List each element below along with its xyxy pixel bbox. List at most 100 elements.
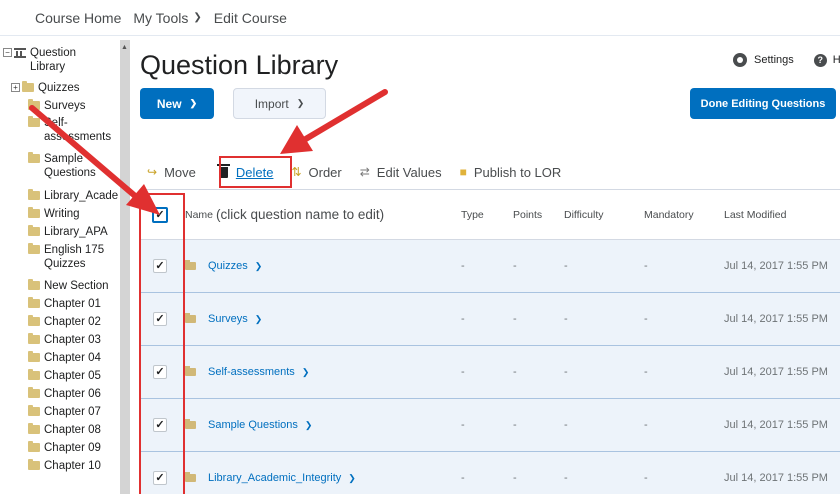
- tree-item-library-academic[interactable]: Library_Acade: [28, 189, 118, 203]
- row-difficulty: -: [564, 419, 568, 431]
- folder-icon: [28, 315, 40, 326]
- collapse-icon[interactable]: −: [3, 48, 12, 57]
- move-button[interactable]: ↪ Move: [147, 165, 196, 180]
- settings-link[interactable]: Settings: [754, 54, 794, 66]
- tree-item-writing[interactable]: Writing: [28, 207, 80, 221]
- folder-icon: [28, 405, 40, 416]
- nav-my-tools[interactable]: My Tools ❯: [133, 10, 201, 26]
- row-name-link[interactable]: Self-assessments: [208, 366, 295, 378]
- chevron-down-icon[interactable]: ❯: [302, 367, 310, 378]
- row-type: -: [461, 472, 465, 484]
- table-row: ✓ Quizzes ❯ - - - - Jul 14, 2017 1:55 PM: [140, 240, 840, 293]
- order-button[interactable]: ⇅ Order: [291, 165, 341, 180]
- tree-item-library-apa[interactable]: Library_APA: [28, 225, 108, 239]
- tree-item-chapter-05[interactable]: Chapter 05: [28, 369, 101, 383]
- row-name-cell: Surveys ❯: [180, 313, 449, 325]
- chevron-down-icon[interactable]: ❯: [348, 473, 356, 484]
- row-name-link[interactable]: Quizzes: [208, 260, 248, 272]
- row-points: -: [513, 366, 517, 378]
- tree-item-english-175[interactable]: English 175 Quizzes: [28, 243, 104, 271]
- row-mandatory: -: [644, 366, 648, 378]
- table-row: ✓ Library_Academic_Integrity ❯ - - - - Ju…: [140, 452, 840, 494]
- folder-icon: [185, 366, 196, 376]
- tree-item-chapter-06[interactable]: Chapter 06: [28, 387, 101, 401]
- delete-highlight-box: [219, 156, 292, 188]
- row-name-link[interactable]: Surveys: [208, 313, 248, 325]
- tree-item-chapter-08[interactable]: Chapter 08: [28, 423, 101, 437]
- col-type[interactable]: Type: [449, 209, 499, 221]
- col-last-modified[interactable]: Last Modified: [710, 209, 840, 221]
- publish-to-lor-button[interactable]: ■ Publish to LOR: [460, 165, 562, 180]
- nav-course-home[interactable]: Course Home: [35, 10, 121, 26]
- chevron-down-icon: ❯: [296, 98, 305, 108]
- tree-item-label: Self- assessments: [44, 117, 112, 143]
- edit-values-icon: ⇄: [359, 165, 370, 179]
- tree-item-question-library[interactable]: − Question Library: [3, 46, 76, 74]
- chevron-down-icon[interactable]: ❯: [305, 420, 313, 431]
- row-last-modified: Jul 14, 2017 1:55 PM: [724, 313, 828, 325]
- tree-item-quizzes[interactable]: + Quizzes: [11, 81, 80, 95]
- done-editing-questions-button[interactable]: Done Editing Questions: [690, 88, 836, 119]
- library-icon: [14, 48, 26, 58]
- tree-item-label: Chapter 02: [44, 316, 101, 328]
- row-type: -: [461, 419, 465, 431]
- gear-icon[interactable]: [733, 53, 747, 67]
- row-name-cell: Sample Questions ❯: [180, 419, 449, 431]
- row-name-cell: Quizzes ❯: [180, 260, 449, 272]
- tree-item-label: English 175 Quizzes: [44, 244, 105, 270]
- nav-edit-course[interactable]: Edit Course: [214, 10, 287, 26]
- table-row: ✓ Sample Questions ❯ - - - - Jul 14, 2017…: [140, 399, 840, 452]
- row-mandatory: -: [644, 313, 648, 325]
- row-name-link[interactable]: Sample Questions: [208, 419, 298, 431]
- chevron-down-icon: ❯: [189, 98, 198, 108]
- scroll-up-icon[interactable]: ▲: [121, 44, 128, 51]
- chevron-down-icon[interactable]: ❯: [255, 314, 263, 325]
- top-nav: Course Home My Tools ❯ Edit Course: [0, 0, 840, 36]
- row-mandatory: -: [644, 419, 648, 431]
- tree-item-chapter-03[interactable]: Chapter 03: [28, 333, 101, 347]
- row-type: -: [461, 260, 465, 272]
- tree-item-label: Writing: [44, 208, 80, 220]
- new-button[interactable]: New ❯: [140, 88, 214, 119]
- tree-item-label: Library_APA: [44, 226, 108, 238]
- question-toolbar: ↪ Move Delete ⇅ Order ⇄ Edit Values ■ Publis…: [140, 157, 579, 187]
- col-name[interactable]: Name (click question name to edit): [180, 207, 449, 222]
- tree-item-chapter-01[interactable]: Chapter 01: [28, 297, 101, 311]
- tree-item-chapter-09[interactable]: Chapter 09: [28, 441, 101, 455]
- chevron-down-icon: ❯: [193, 12, 202, 23]
- tree-item-chapter-04[interactable]: Chapter 04: [28, 351, 101, 365]
- folder-icon: [185, 472, 196, 482]
- tree-item-surveys[interactable]: Surveys: [28, 99, 86, 113]
- row-points: -: [513, 419, 517, 431]
- move-icon: ↪: [147, 165, 158, 179]
- expand-icon[interactable]: +: [11, 83, 20, 92]
- new-button-label: New: [156, 96, 182, 111]
- tree-item-sample-questions[interactable]: Sample Questions: [28, 152, 96, 180]
- folder-icon: [28, 351, 40, 362]
- folder-icon: [28, 152, 40, 163]
- tree-item-label: Chapter 07: [44, 406, 101, 418]
- tree-item-label: Chapter 10: [44, 460, 101, 472]
- header-actions: Settings ? He: [733, 53, 840, 67]
- tree-item-chapter-02[interactable]: Chapter 02: [28, 315, 101, 329]
- help-icon[interactable]: ?: [813, 53, 827, 67]
- row-name-link[interactable]: Library_Academic_Integrity: [208, 472, 341, 484]
- col-mandatory[interactable]: Mandatory: [630, 209, 710, 221]
- tree-item-new-section[interactable]: New Section: [28, 279, 109, 293]
- tree-item-self-assessments[interactable]: Self- assessments: [28, 116, 111, 144]
- publish-label: Publish to LOR: [473, 164, 562, 180]
- edit-values-button[interactable]: ⇄ Edit Values: [360, 165, 442, 180]
- tree-item-label: Chapter 04: [44, 352, 101, 364]
- tree-item-chapter-07[interactable]: Chapter 07: [28, 405, 101, 419]
- folder-icon: [28, 189, 40, 200]
- row-mandatory: -: [644, 472, 648, 484]
- tree-item-label: Chapter 05: [44, 370, 101, 382]
- col-difficulty[interactable]: Difficulty: [550, 209, 630, 221]
- col-points[interactable]: Points: [499, 209, 550, 221]
- import-button[interactable]: Import ❯: [233, 88, 326, 119]
- tree-item-chapter-10[interactable]: Chapter 10: [28, 459, 101, 473]
- chevron-down-icon[interactable]: ❯: [255, 261, 263, 272]
- tree-scrollbar[interactable]: ▲: [120, 40, 130, 494]
- help-link[interactable]: He: [833, 54, 840, 66]
- nav-my-tools-label: My Tools: [133, 9, 189, 26]
